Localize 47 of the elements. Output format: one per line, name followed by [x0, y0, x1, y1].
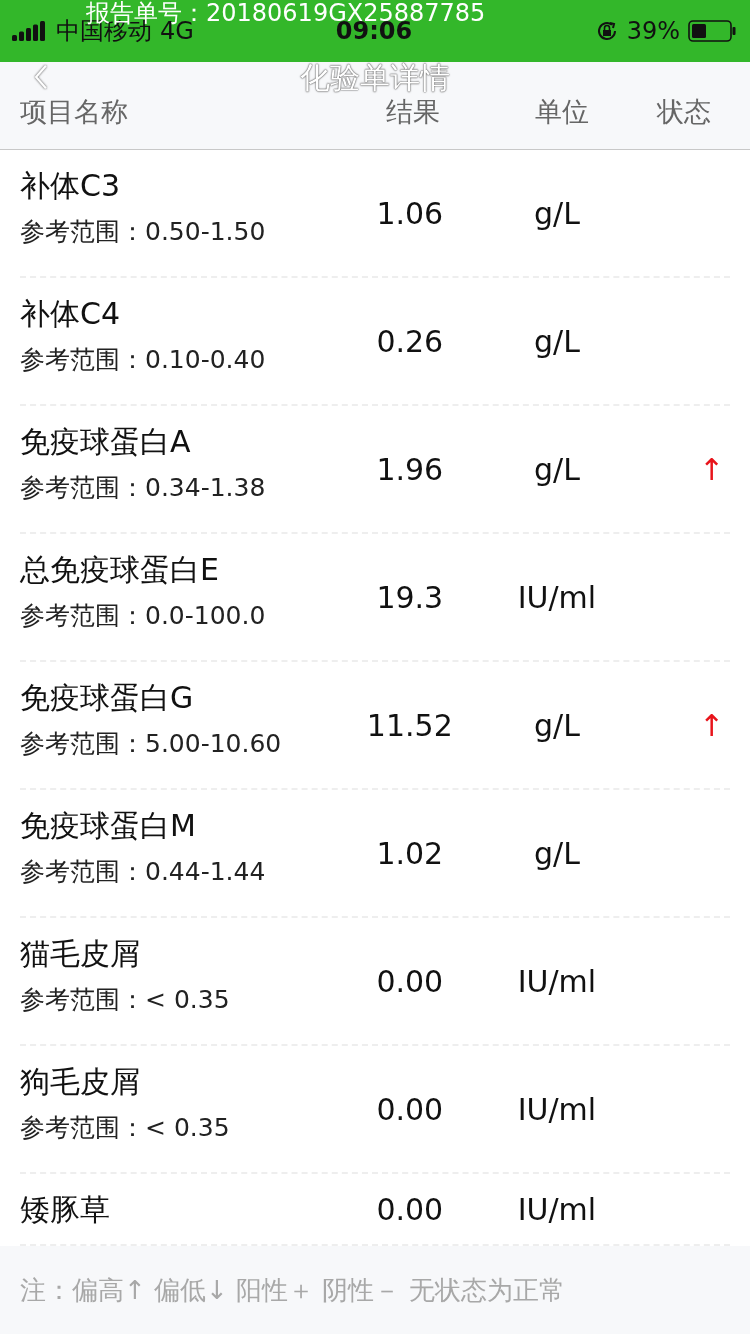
- item-name: 补体C4: [20, 295, 122, 333]
- reference-range: 参考范围：0.50-1.50: [20, 216, 267, 248]
- item-name: 免疫球蛋白G: [20, 679, 195, 717]
- unit-text: g/L: [534, 835, 580, 871]
- result-value: 0.00: [376, 1191, 444, 1227]
- result-value: 1.02: [376, 835, 444, 871]
- back-icon[interactable]: [34, 64, 48, 90]
- reference-range: 参考范围：< 0.35: [20, 1112, 231, 1144]
- reference-range: 参考范围：5.00-10.60: [20, 728, 283, 760]
- unit-text: IU/ml: [517, 1191, 597, 1227]
- unit-text: IU/ml: [517, 1091, 597, 1127]
- item-name: 狗毛皮屑: [20, 1063, 141, 1101]
- reference-range: 参考范围：0.0-100.0: [20, 600, 267, 632]
- item-name: 猫毛皮屑: [20, 935, 141, 973]
- battery-percent: 39%: [626, 17, 680, 45]
- battery-icon: [688, 20, 736, 42]
- reference-range: 参考范围：0.44-1.44: [20, 856, 267, 888]
- legend-note: 注：偏高↑ 偏低↓ 阳性＋ 阴性－ 无状态为正常: [20, 1273, 565, 1307]
- result-value: 19.3: [376, 579, 444, 615]
- result-value: 1.06: [376, 195, 444, 231]
- item-name: 总免疫球蛋白E: [20, 551, 220, 589]
- item-name: 矮豚草: [20, 1191, 111, 1229]
- reference-range: 参考范围：< 0.35: [20, 984, 231, 1016]
- unit-text: IU/ml: [517, 579, 597, 615]
- reference-range: 参考范围：0.10-0.40: [20, 344, 267, 376]
- unit-text: g/L: [534, 707, 580, 743]
- unit-text: g/L: [534, 195, 580, 231]
- result-value: 11.52: [366, 707, 453, 743]
- unit-text: g/L: [534, 323, 580, 359]
- result-value: 0.26: [376, 323, 444, 359]
- result-value: 0.00: [376, 963, 444, 999]
- reference-range: 参考范围：0.34-1.38: [20, 472, 267, 504]
- item-name: 免疫球蛋白A: [20, 423, 192, 461]
- column-header: 项目名称: [20, 97, 128, 127]
- signal-icon: [12, 21, 48, 41]
- item-name: 免疫球蛋白M: [20, 807, 197, 845]
- unit-text: g/L: [534, 451, 580, 487]
- status-arrow: ↑: [698, 707, 724, 743]
- result-value: 0.00: [376, 1091, 444, 1127]
- status-arrow: ↑: [698, 451, 724, 487]
- page-title: 化验单详情: [300, 62, 450, 94]
- result-value: 1.96: [376, 451, 444, 487]
- unit-text: IU/ml: [517, 963, 597, 999]
- column-header: 结果: [386, 97, 440, 127]
- column-header: 单位: [535, 97, 589, 127]
- item-name: 补体C3: [20, 167, 122, 205]
- column-header: 状态: [657, 97, 711, 127]
